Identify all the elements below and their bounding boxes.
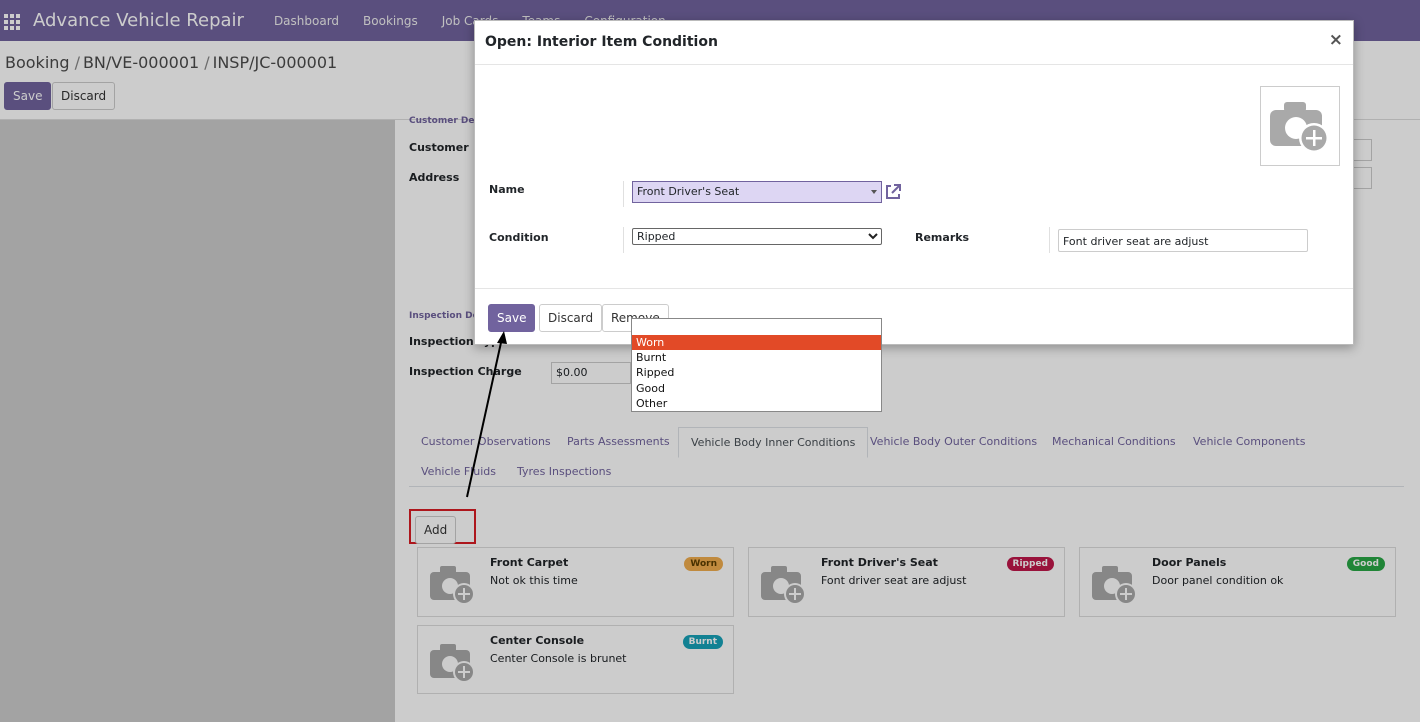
name-value: Front Driver's Seat [637,185,740,198]
caret-down-icon[interactable] [871,190,877,194]
close-icon[interactable]: × [1329,30,1343,50]
condition-value: Ripped [637,230,676,243]
chevron-down-icon [868,233,878,240]
external-link-icon[interactable] [884,183,902,201]
dialog-title: Open: Interior Item Condition [485,34,718,50]
option-empty[interactable] [632,320,881,335]
field-divider [1049,227,1050,253]
dialog-discard-button[interactable]: Discard [539,304,603,332]
dialog-header: Open: Interior Item Condition × [475,21,1353,65]
option-worn[interactable]: Worn [632,335,881,350]
option-other[interactable]: Other [632,396,881,411]
field-divider [623,181,624,207]
name-label: Name [489,183,525,196]
condition-select[interactable]: Ripped [632,228,882,245]
condition-options-list: Worn Burnt Ripped Good Other [631,318,882,412]
field-divider [623,227,624,253]
interior-item-dialog: Open: Interior Item Condition × Name Fro… [474,20,1354,345]
image-upload[interactable] [1260,86,1340,166]
option-burnt[interactable]: Burnt [632,350,881,365]
name-field[interactable]: Front Driver's Seat [632,181,882,203]
condition-label: Condition [489,231,549,244]
option-good[interactable]: Good [632,381,881,396]
dialog-save-button[interactable]: Save [488,304,536,332]
option-ripped[interactable]: Ripped [632,365,881,380]
remarks-label: Remarks [915,231,970,244]
dialog-footer: Save Discard Remove [475,288,1353,345]
remarks-input[interactable]: Font driver seat are adjust [1058,229,1308,252]
camera-plus-icon [1270,102,1329,153]
